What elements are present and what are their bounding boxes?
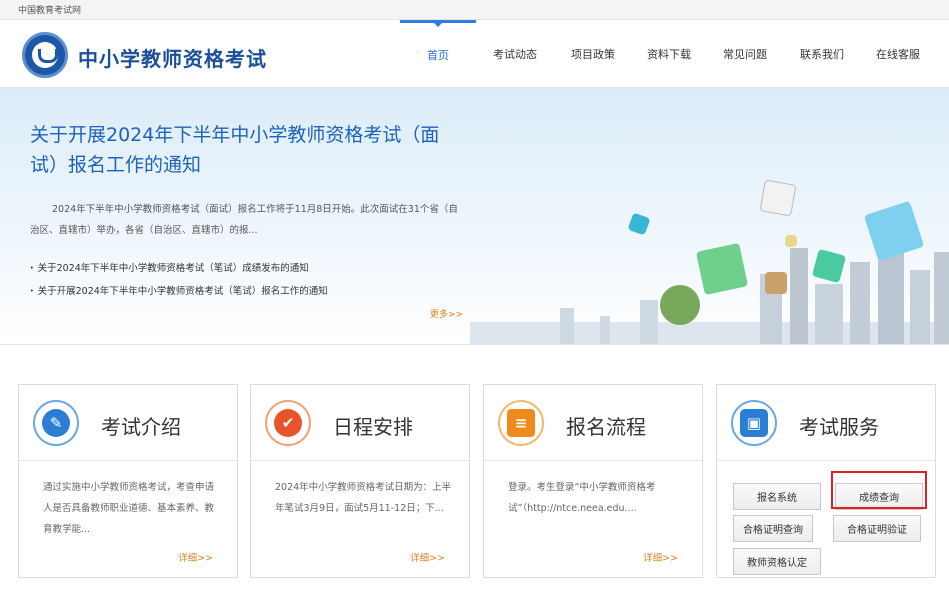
nav-faq[interactable]: 常见问题 (714, 20, 776, 87)
site-network-label: 中国教育考试网 (18, 6, 82, 16)
card-description: 登录。考生登录“中小学教师资格考试”（http://ntce.neea.edu.… (508, 482, 656, 514)
card-registration: ≡ 报名流程 登录。考生登录“中小学教师资格考试”（http://ntce.ne… (483, 384, 703, 578)
banner-summary: 2024年下半年中小学教师资格考试（面试）报名工作将于11月8日开始。此次面试在… (30, 204, 458, 236)
highlight-box (831, 471, 927, 509)
header: 中小学教师资格考试 首页 考试动态 项目政策 资料下载 常见问题 联系我们 在线… (0, 20, 949, 87)
card-exam-intro: ✎ 考试介绍 通过实施中小学教师资格考试，考查申请人是否具备教师职业道德、基本素… (18, 384, 238, 578)
card-schedule: ✔ 日程安排 2024年中小学教师资格考试日期为：上半年笔试3月9日，面试5月1… (250, 384, 470, 578)
nav-contact[interactable]: 联系我们 (791, 20, 853, 87)
top-bar: 中国教育考试网 (0, 0, 949, 20)
card-title[interactable]: 报名流程 (566, 411, 646, 440)
card-exam-services: ▣ 考试服务 报名系统 成绩查询 合格证明查询 合格证明验证 教师资格认定 (716, 384, 936, 578)
news-link[interactable]: 关于2024年下半年中小学教师资格考试（笔试）成绩发布的通知 (30, 257, 328, 280)
details-link[interactable]: 详细>> (178, 550, 213, 564)
certificate-query-button[interactable]: 合格证明查询 (733, 515, 813, 542)
nav-home[interactable]: 首页 (400, 20, 476, 87)
form-edit-icon[interactable]: ≡ (498, 400, 544, 446)
teacher-qualification-button[interactable]: 教师资格认定 (733, 548, 821, 575)
card-description: 2024年中小学教师资格考试日期为：上半年笔试3月9日，面试5月11-12日；下… (275, 482, 452, 514)
nav-online-service[interactable]: 在线客服 (867, 20, 929, 87)
nav-policy[interactable]: 项目政策 (562, 20, 624, 87)
nav-exam-news[interactable]: 考试动态 (484, 20, 546, 87)
card-title[interactable]: 考试服务 (799, 411, 879, 440)
contact-book-icon[interactable]: ▣ (731, 400, 777, 446)
news-link[interactable]: 关于开展2024年下半年中小学教师资格考试（笔试）报名工作的通知 (30, 280, 328, 303)
details-link[interactable]: 详细>> (410, 550, 445, 564)
checkmark-icon[interactable]: ✔ (265, 400, 311, 446)
card-title[interactable]: 考试介绍 (101, 411, 181, 440)
card-title[interactable]: 日程安排 (333, 411, 413, 440)
news-banner: 关于开展2024年下半年中小学教师资格考试（面试）报名工作的通知 2024年下半… (0, 87, 949, 345)
document-edit-icon[interactable]: ✎ (33, 400, 79, 446)
news-list: 关于2024年下半年中小学教师资格考试（笔试）成绩发布的通知 关于开展2024年… (30, 257, 328, 303)
more-news-link[interactable]: 更多>> (430, 307, 463, 320)
site-title[interactable]: 中小学教师资格考试 (78, 43, 267, 72)
details-link[interactable]: 详细>> (643, 550, 678, 564)
logo-icon[interactable] (22, 32, 68, 78)
banner-headline[interactable]: 关于开展2024年下半年中小学教师资格考试（面试）报名工作的通知 (30, 120, 450, 180)
card-description: 通过实施中小学教师资格考试，考查申请人是否具备教师职业道德、基本素养、教育教学能… (43, 482, 215, 535)
certificate-verify-button[interactable]: 合格证明验证 (833, 515, 921, 542)
nav-downloads[interactable]: 资料下载 (638, 20, 700, 87)
registration-system-button[interactable]: 报名系统 (733, 483, 821, 510)
